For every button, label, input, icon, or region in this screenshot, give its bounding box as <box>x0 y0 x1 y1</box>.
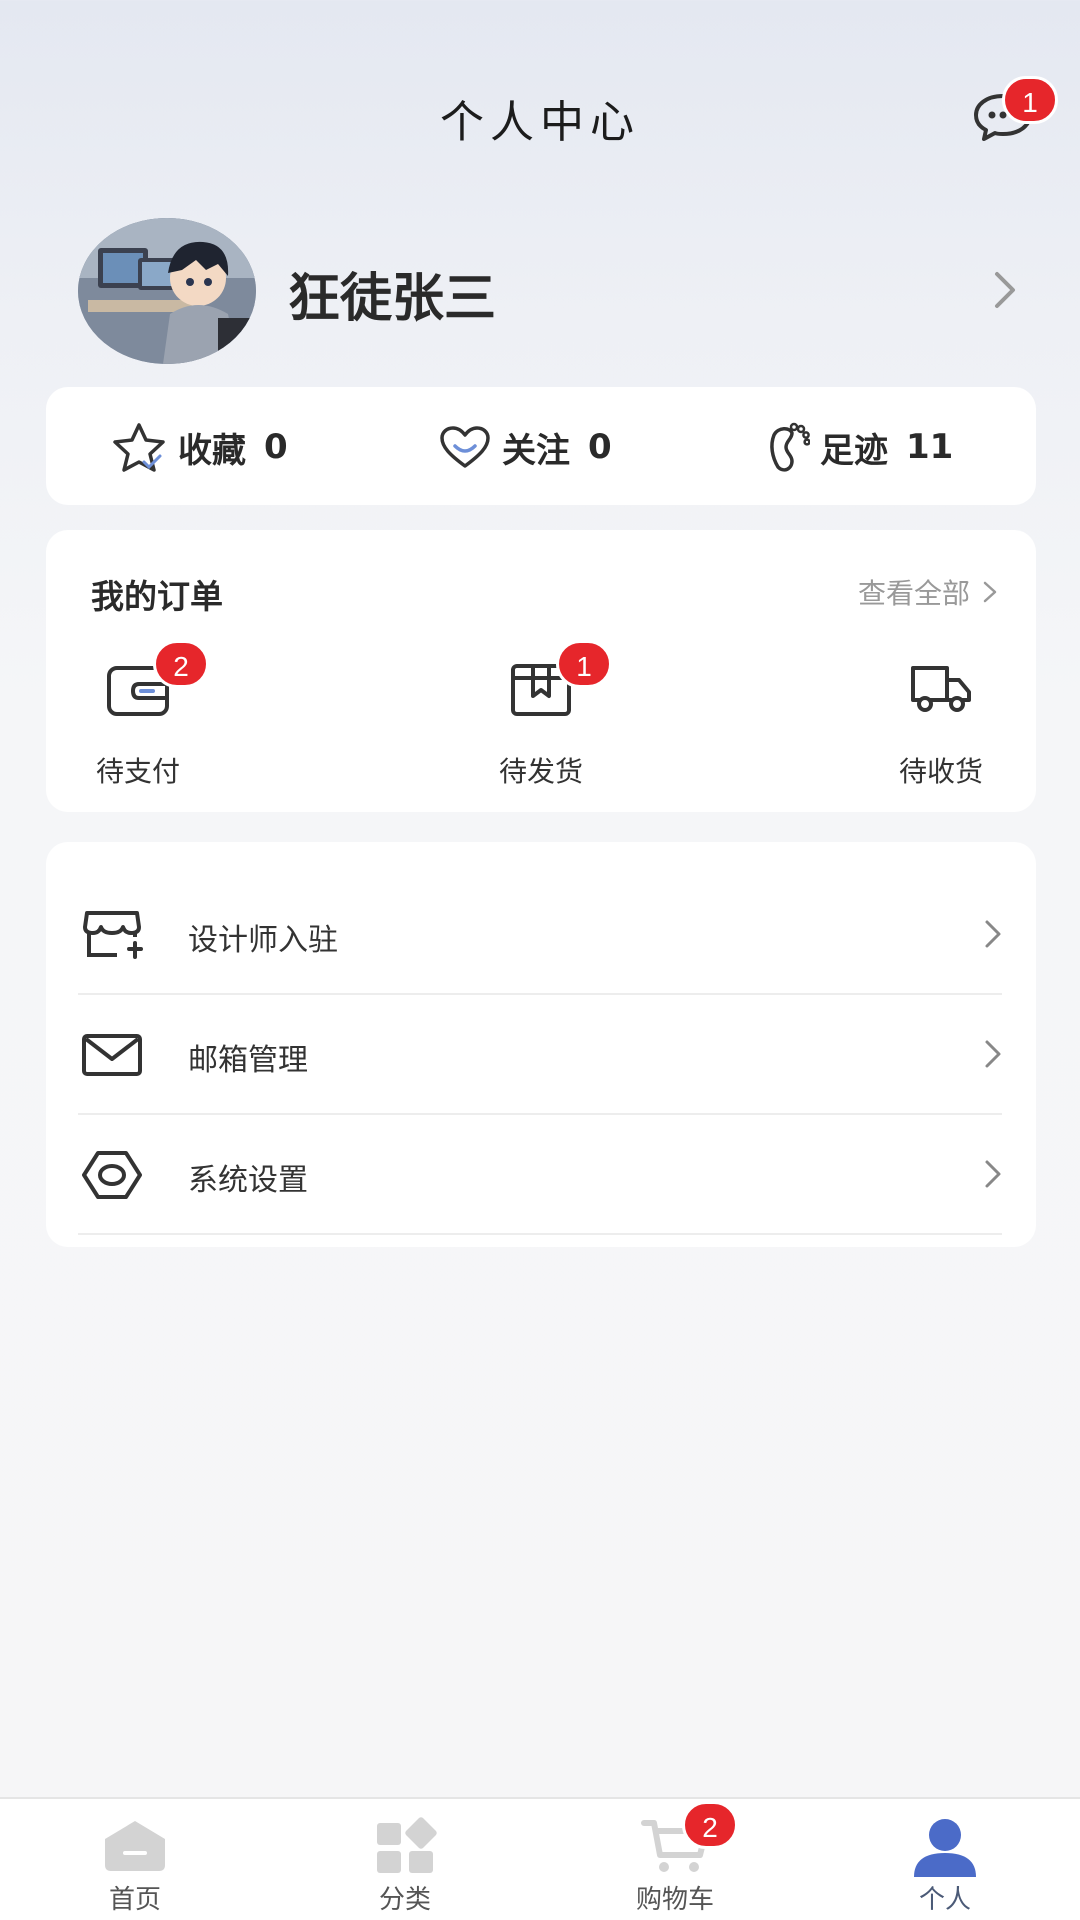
stat-label: 关注 <box>502 430 570 471</box>
chevron-right-icon <box>983 581 997 603</box>
tab-category[interactable]: 分类 <box>330 1799 480 1920</box>
menu-card: 设计师入驻 邮箱管理 系统设置 <box>46 842 1036 1247</box>
stats-card: 收藏 0 关注 0 足迹 11 <box>46 387 1036 505</box>
stat-value: 0 <box>588 427 612 467</box>
tab-home[interactable]: 首页 <box>60 1799 210 1920</box>
stat-value: 0 <box>264 427 288 467</box>
bottom-tab-bar: 首页 分类 2 购物车 个人 <box>0 1797 1080 1920</box>
star-icon <box>113 423 165 472</box>
tab-cart[interactable]: 2 购物车 <box>600 1799 750 1920</box>
stat-favorites[interactable]: 收藏 0 <box>110 417 288 477</box>
user-icon <box>914 1819 976 1877</box>
pending-shipment-badge: 1 <box>556 640 612 688</box>
footprint-icon <box>770 422 810 472</box>
mail-icon <box>82 1034 142 1076</box>
menu-label: 设计师入驻 <box>188 923 338 958</box>
order-pending-shipment[interactable]: 1 待发货 <box>476 640 612 802</box>
tab-label: 购物车 <box>635 1885 714 1915</box>
divider <box>78 1233 1002 1235</box>
heart-icon <box>440 426 490 468</box>
username: 狂徒张三 <box>288 269 497 329</box>
view-all-orders-link[interactable]: 查看全部 <box>858 572 998 612</box>
menu-item-settings[interactable]: 系统设置 <box>78 1115 1002 1235</box>
view-all-label: 查看全部 <box>857 577 970 610</box>
tab-label: 分类 <box>378 1885 431 1915</box>
truck-icon <box>911 666 971 712</box>
avatar[interactable] <box>78 218 256 364</box>
order-label: 待发货 <box>498 755 583 788</box>
home-icon <box>105 1821 165 1871</box>
store-add-icon <box>83 911 143 959</box>
menu-item-designer-join[interactable]: 设计师入驻 <box>78 875 1002 995</box>
tab-label: 个人 <box>918 1885 971 1915</box>
menu-label: 系统设置 <box>188 1163 308 1198</box>
orders-title: 我的订单 <box>91 577 223 616</box>
message-button[interactable]: 1 <box>972 76 1058 152</box>
stat-value: 11 <box>906 427 954 467</box>
order-pending-receipt[interactable]: 待收货 <box>876 642 1006 802</box>
order-pending-payment[interactable]: 2 待支付 <box>73 640 209 802</box>
stat-label: 收藏 <box>178 430 246 471</box>
profile-header[interactable]: 狂徒张三 <box>78 218 1018 366</box>
pending-payment-badge: 2 <box>153 640 209 688</box>
category-icon <box>377 1817 437 1873</box>
menu-item-mailbox[interactable]: 邮箱管理 <box>78 995 1002 1115</box>
tab-label: 首页 <box>108 1885 161 1915</box>
stat-label: 足迹 <box>820 430 888 471</box>
tab-profile[interactable]: 个人 <box>870 1799 1020 1920</box>
order-label: 待支付 <box>95 755 180 788</box>
chevron-right-icon <box>995 272 1015 308</box>
menu-label: 邮箱管理 <box>188 1043 308 1078</box>
message-badge: 1 <box>1002 76 1058 124</box>
stat-footprints[interactable]: 足迹 11 <box>764 417 953 477</box>
settings-icon <box>82 1151 142 1199</box>
page-title: 个人中心 <box>440 97 640 148</box>
order-label: 待收货 <box>898 755 983 788</box>
chevron-right-icon <box>985 1040 1001 1068</box>
chevron-right-icon <box>985 1160 1001 1188</box>
orders-card: 我的订单 查看全部 2 待支付 1 待发货 待收货 <box>46 530 1036 812</box>
chevron-right-icon <box>985 920 1001 948</box>
cart-badge: 2 <box>682 1801 738 1849</box>
stat-following[interactable]: 关注 0 <box>438 417 612 477</box>
